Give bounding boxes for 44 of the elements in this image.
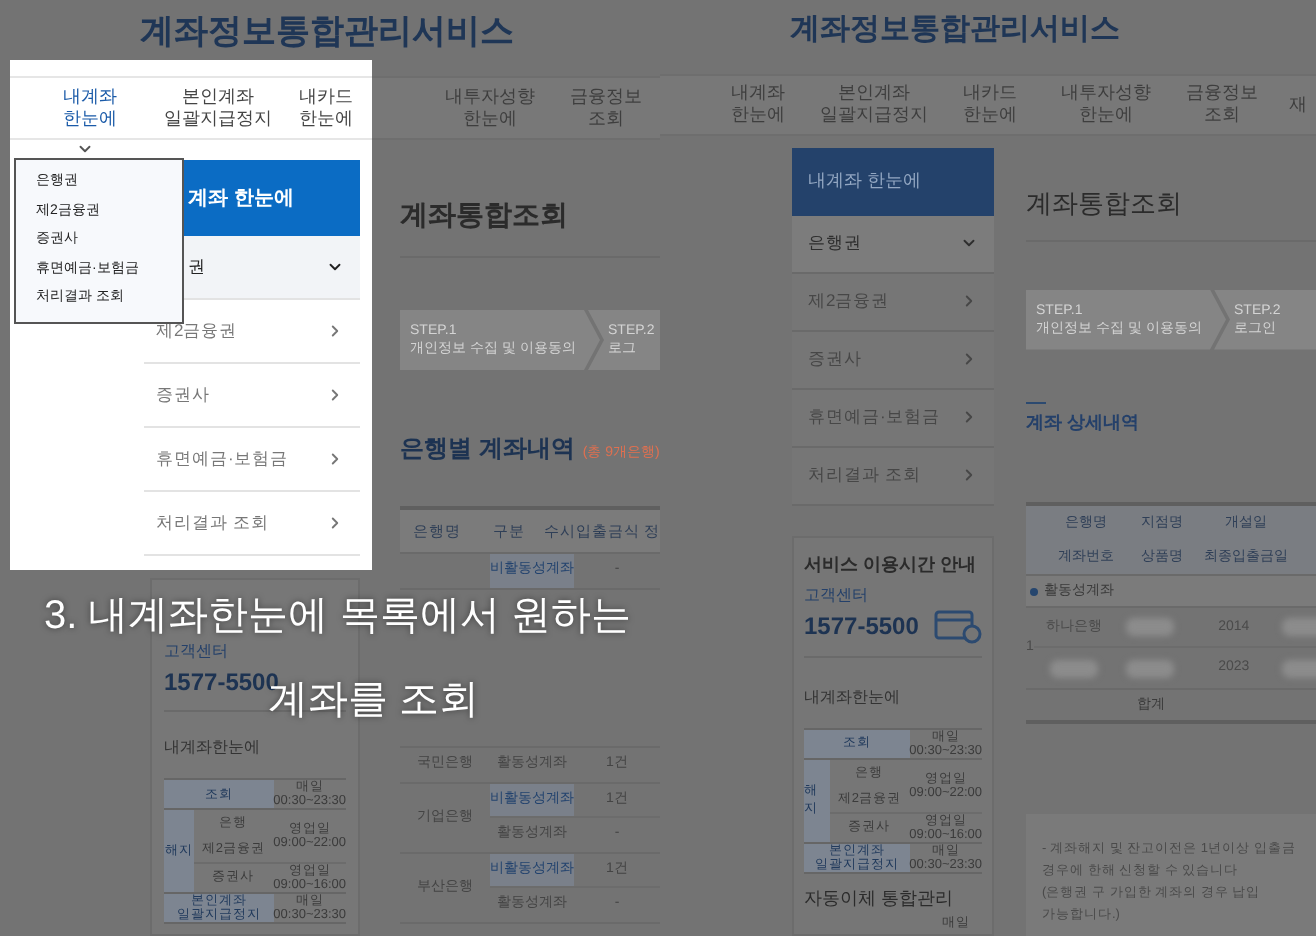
nav-tab[interactable]: 내계좌 한눈에 (700, 75, 816, 134)
nav-tab[interactable]: 본인계좌 일괄지급정지 (816, 75, 932, 134)
page-title: 계좌통합조회 (400, 198, 568, 230)
chevron-right-icon (960, 466, 978, 485)
chevron-right-icon (960, 292, 978, 311)
chevron-right-icon (326, 514, 344, 532)
redacted-block (1281, 618, 1316, 637)
hours-title: 내계좌한눈에 (164, 738, 260, 756)
section-title: 은행별 계좌내역 (400, 432, 575, 466)
nav-tab[interactable]: 내카드 한눈에 (932, 75, 1048, 134)
card-icon (934, 607, 982, 644)
chevron-down-icon (76, 140, 94, 158)
nav-tab[interactable]: 내카드 한눈에 (286, 78, 366, 138)
redacted-block (1125, 659, 1174, 678)
hours-title: 내계좌한눈에 (804, 687, 900, 706)
redacted-block (1281, 659, 1316, 678)
nav-tab[interactable]: 재 (1280, 75, 1316, 134)
site-title: 계좌정보통합관리서비스 (140, 12, 514, 50)
nav-tab[interactable]: 본인계좌 일괄지급정지 (150, 78, 286, 138)
chevron-right-icon (326, 322, 344, 340)
sidebar-header: 내계좌 한눈에 (792, 147, 994, 216)
redacted-block (1125, 618, 1174, 637)
chevron-right-icon (326, 386, 344, 404)
phone-number: 1577-5500 (804, 609, 919, 644)
phone-label: 고객센터 (164, 640, 230, 664)
section-title: 계좌 상세내역 (1026, 409, 1142, 436)
nav-tab[interactable]: 금융정보 조회 (1164, 75, 1280, 134)
nav-tab[interactable]: 내투자성향 한눈에 (1048, 75, 1164, 134)
auto-transfer-title: 자동이체 통합관리 (804, 885, 956, 912)
service-title: 서비스 이용시간 안내 (804, 551, 979, 578)
sidebar-item[interactable]: 은행권 (792, 215, 994, 274)
phone-label: 고객센터 (804, 583, 870, 608)
redacted-block (1049, 659, 1098, 678)
chevron-right-icon (960, 408, 978, 427)
nav-tab[interactable]: 내투자성향 한눈에 (440, 78, 540, 138)
nav-tab[interactable]: 내계좌 한눈에 (30, 78, 150, 138)
chevron-right-icon (326, 450, 344, 468)
chevron-down-icon (326, 258, 344, 276)
page-title: 계좌통합조회 (1026, 187, 1182, 218)
site-title: 계좌정보통합관리서비스 (790, 12, 1120, 46)
bullet-icon (1030, 587, 1038, 596)
nav-tab[interactable]: 금융정보 조회 (560, 78, 652, 138)
caption-text: 3. 내계좌한눈에 목록에서 원하는 (44, 592, 631, 640)
chevron-right-icon (960, 350, 978, 369)
